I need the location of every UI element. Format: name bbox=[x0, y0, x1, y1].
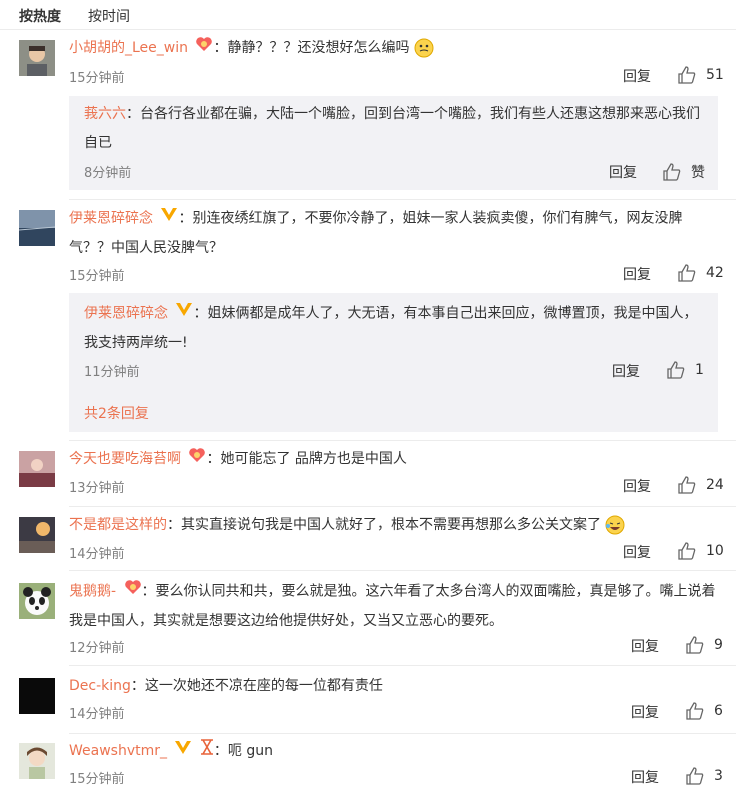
like-button[interactable]: 9 bbox=[686, 636, 723, 654]
like-button[interactable]: 51 bbox=[678, 66, 724, 84]
like-button[interactable]: 24 bbox=[678, 476, 724, 494]
comment-nickname[interactable]: Weawshvtmr_ bbox=[69, 743, 167, 759]
reply-button[interactable]: 回复 bbox=[623, 542, 651, 562]
like-count: 1 bbox=[695, 362, 704, 378]
comment-time: 14分钟前 bbox=[69, 547, 125, 562]
colon: ： bbox=[141, 583, 156, 600]
sort-by-hot-tab[interactable]: 按热度 bbox=[19, 6, 61, 26]
colon: ： bbox=[193, 305, 208, 322]
divider bbox=[69, 440, 736, 441]
colon: ： bbox=[167, 517, 181, 533]
comment-time: 13分钟前 bbox=[69, 481, 125, 496]
divider bbox=[69, 506, 736, 507]
reply-time: 8分钟前 bbox=[84, 166, 132, 181]
thumbs-up-icon bbox=[686, 636, 704, 654]
reply-nickname[interactable]: 莪六六 bbox=[84, 106, 126, 122]
reply-box: 伊莱恩碎碎念 ：姐妹俩都是成年人了，大无语，有本事自己出来回应，微博置顶，我是中… bbox=[69, 293, 718, 432]
comment-time: 15分钟前 bbox=[69, 71, 125, 86]
like-button[interactable]: 10 bbox=[678, 542, 724, 560]
avatar[interactable] bbox=[19, 40, 55, 76]
thinking-emoji-icon bbox=[414, 38, 434, 58]
reply-button[interactable]: 回复 bbox=[623, 66, 651, 86]
verified-v-icon bbox=[160, 204, 178, 233]
avatar[interactable] bbox=[19, 517, 55, 553]
colon: ： bbox=[206, 451, 221, 467]
comment-time: 14分钟前 bbox=[69, 707, 125, 722]
like-button[interactable]: 42 bbox=[678, 264, 724, 282]
comment-time: 15分钟前 bbox=[69, 269, 125, 284]
like-count: 51 bbox=[706, 67, 724, 83]
comment-time: 15分钟前 bbox=[69, 772, 125, 787]
reply-button[interactable]: 回复 bbox=[609, 162, 637, 182]
like-button[interactable]: 1 bbox=[667, 361, 704, 379]
verified-v-icon bbox=[174, 737, 192, 765]
comment-text: 静静？？？还没想好怎么编吗 bbox=[227, 40, 410, 56]
like-count: 10 bbox=[706, 543, 724, 559]
divider bbox=[69, 199, 736, 200]
thumbs-up-icon bbox=[686, 767, 704, 785]
reply-button[interactable]: 回复 bbox=[631, 767, 659, 787]
thumbs-up-icon bbox=[678, 264, 696, 282]
thumbs-up-icon bbox=[667, 361, 685, 379]
reply-button[interactable]: 回复 bbox=[623, 476, 651, 496]
comment-nickname[interactable]: Dec-king bbox=[69, 678, 131, 694]
comment-text: 她可能忘了 品牌方也是中国人 bbox=[220, 451, 407, 467]
comment-text: 要么你认同共和共，要么就是独。这六年看了太多台湾人的双面嘴脸，真是够了。嘴上说着… bbox=[69, 583, 716, 629]
comment-nickname[interactable]: 今天也要吃海苔啊 bbox=[69, 451, 181, 467]
sort-by-time-tab[interactable]: 按时间 bbox=[88, 6, 130, 26]
like-count: 6 bbox=[714, 703, 723, 719]
hourglass-icon bbox=[200, 737, 214, 765]
thumbs-up-icon bbox=[686, 702, 704, 720]
like-count: 42 bbox=[706, 265, 724, 281]
comment-nickname[interactable]: 鬼鹅鹅- bbox=[69, 584, 116, 600]
more-replies-link[interactable]: 共2条回复 bbox=[84, 403, 149, 423]
divider bbox=[69, 733, 736, 734]
reply-text: 台各行各业都在骗，大陆一个嘴脸，回到台湾一个嘴脸，我们有些人还惠这想那来恶心我们… bbox=[84, 106, 700, 151]
like-button[interactable]: 3 bbox=[686, 767, 723, 785]
like-count: 24 bbox=[706, 477, 724, 493]
colon: ： bbox=[213, 40, 228, 56]
colon: ： bbox=[130, 678, 145, 694]
reply-time: 11分钟前 bbox=[84, 365, 140, 380]
thumbs-up-icon bbox=[678, 476, 696, 494]
avatar[interactable] bbox=[19, 210, 55, 246]
reply-box: 莪六六：台各行各业都在骗，大陆一个嘴脸，回到台湾一个嘴脸，我们有些人还惠这想那来… bbox=[69, 96, 718, 190]
colon: ： bbox=[126, 106, 140, 122]
like-count: 9 bbox=[714, 637, 723, 653]
divider bbox=[69, 570, 736, 571]
like-count: 3 bbox=[714, 768, 723, 784]
comment-nickname[interactable]: 小胡胡的_Lee_win bbox=[69, 40, 188, 56]
reply-button[interactable]: 回复 bbox=[631, 702, 659, 722]
sort-bar: 按热度 按时间 bbox=[0, 0, 736, 30]
fan-badge-icon bbox=[124, 577, 142, 606]
comment-text: 其实直接说句我是中国人就好了，根本不需要再想那么多公关文案了 bbox=[181, 517, 601, 533]
comment-text: 呃 gun bbox=[227, 743, 273, 759]
comment-nickname[interactable]: 不是都是这样的 bbox=[69, 517, 167, 533]
colon: ： bbox=[178, 210, 193, 227]
avatar[interactable] bbox=[19, 678, 55, 714]
fan-badge-icon bbox=[188, 445, 206, 473]
comment-time: 12分钟前 bbox=[69, 641, 125, 656]
thumbs-up-icon bbox=[678, 542, 696, 560]
reply-button[interactable]: 回复 bbox=[612, 361, 640, 381]
laughing-emoji-icon bbox=[605, 515, 625, 535]
like-button[interactable]: 赞 bbox=[663, 162, 705, 182]
thumbs-up-icon bbox=[678, 66, 696, 84]
reply-button[interactable]: 回复 bbox=[623, 264, 651, 284]
comment-text: 这一次她还不凉在座的每一位都有责任 bbox=[144, 678, 383, 694]
fan-badge-icon bbox=[195, 34, 213, 62]
avatar[interactable] bbox=[19, 743, 55, 779]
like-count: 赞 bbox=[691, 165, 705, 181]
reply-button[interactable]: 回复 bbox=[631, 636, 659, 656]
like-button[interactable]: 6 bbox=[686, 702, 723, 720]
colon: ： bbox=[213, 743, 228, 759]
reply-nickname[interactable]: 伊莱恩碎碎念 bbox=[84, 306, 168, 322]
divider bbox=[69, 665, 736, 666]
verified-v-icon bbox=[175, 299, 193, 328]
avatar[interactable] bbox=[19, 583, 55, 619]
comment-nickname[interactable]: 伊莱恩碎碎念 bbox=[69, 211, 153, 227]
avatar[interactable] bbox=[19, 451, 55, 487]
thumbs-up-icon bbox=[663, 163, 681, 181]
